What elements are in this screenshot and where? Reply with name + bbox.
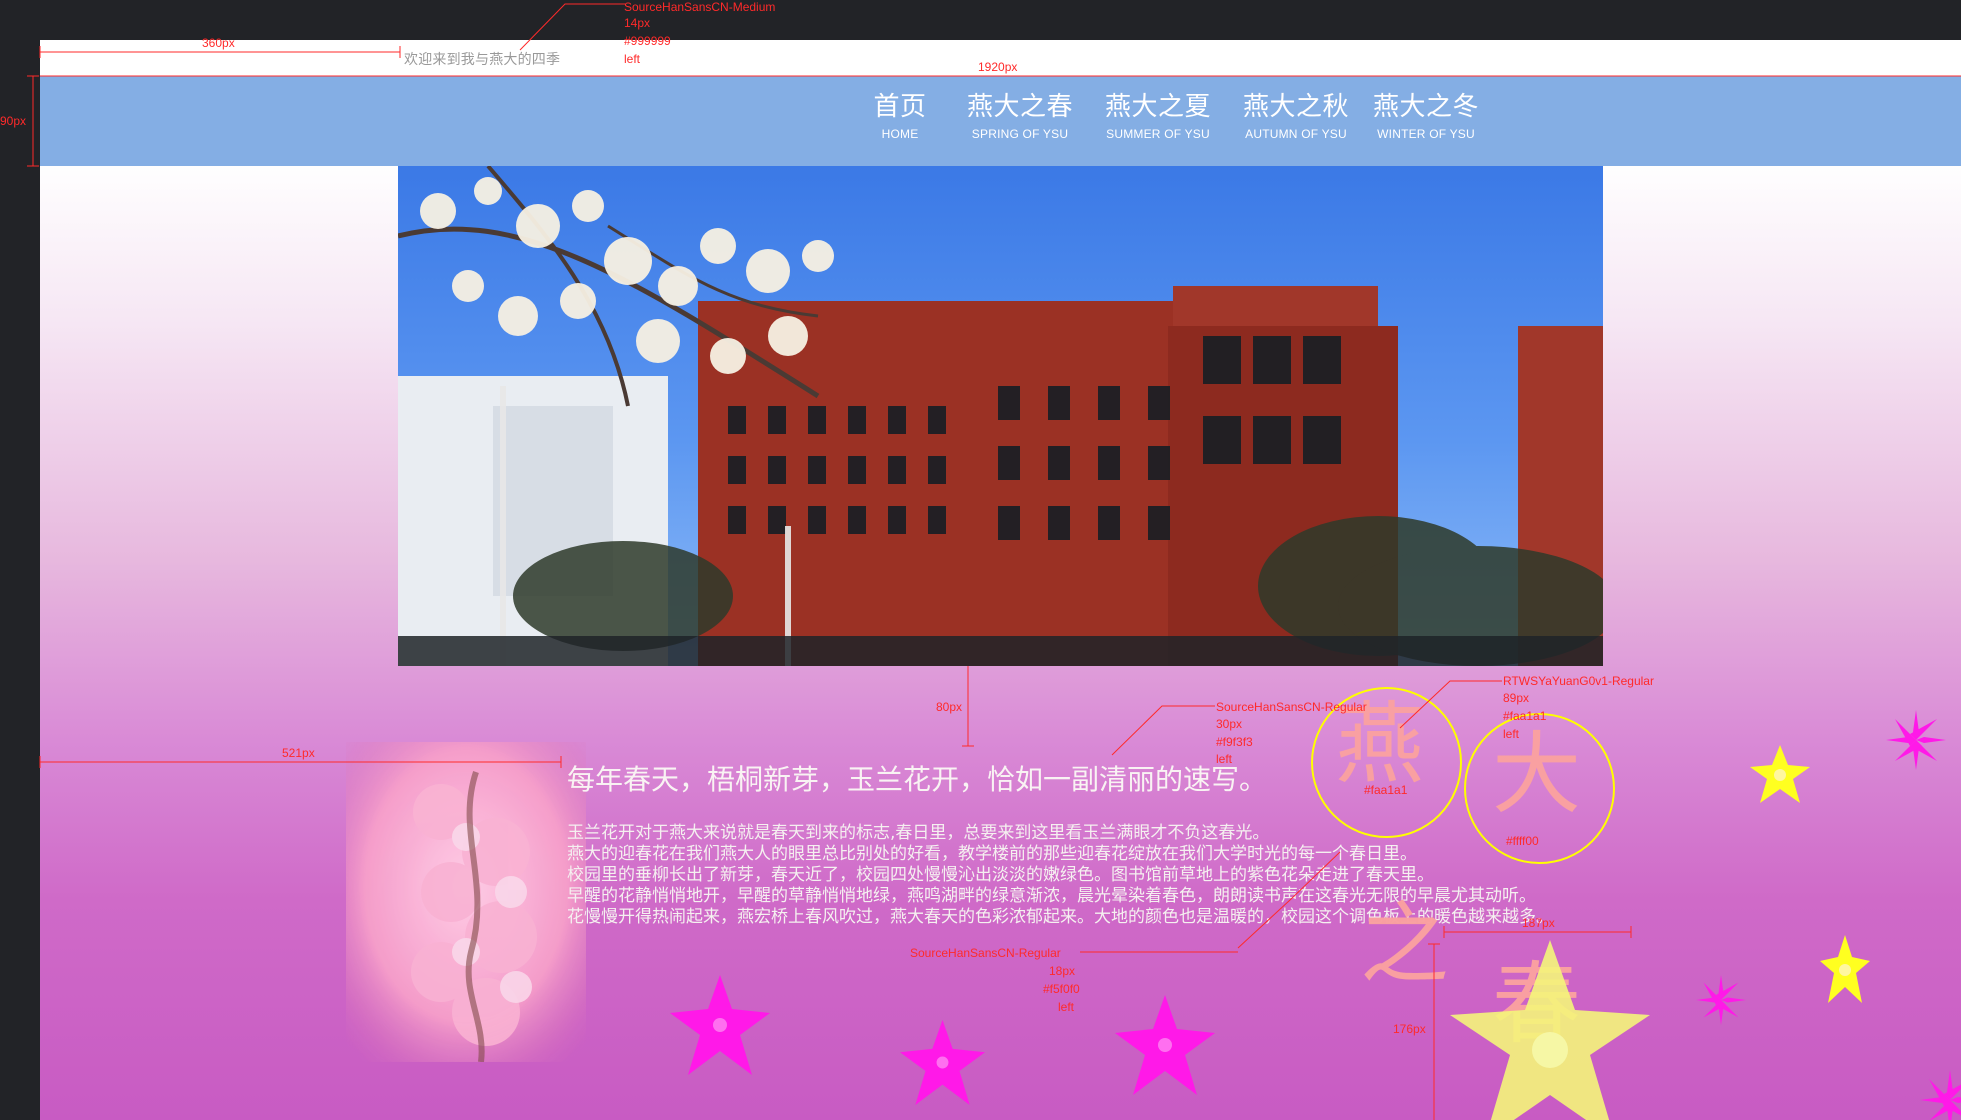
nav-item-spring-label: 燕大之春 xyxy=(966,92,1073,122)
nav-item-spring-sublabel: SPRING OF YSU xyxy=(971,127,1069,141)
nav-item-autumn-label: 燕大之秋 xyxy=(1242,92,1349,122)
paragraph-line-4: 早醒的花静悄悄地开，早醒的草静悄悄地绿，燕鸣湖畔的绿意渐浓，晨光晕染着春色，朗朗… xyxy=(567,886,1536,906)
paragraph-line-3: 校园里的垂柳长出了新芽，春天近了，校园四处慢慢沁出淡淡的嫩绿色。图书馆前草地上的… xyxy=(567,865,1434,885)
magenta-flower-3 xyxy=(1115,995,1215,1095)
yellow-flower-small-2-icon xyxy=(1820,935,1870,1003)
magenta-flower-1 xyxy=(670,975,770,1075)
magenta-spark-3-icon xyxy=(1920,1070,1961,1120)
title-char-da: 大 xyxy=(1492,722,1581,826)
nav-item-winter[interactable]: 燕大之冬 WINTER OF YSU xyxy=(1366,92,1486,152)
annot-top-font-size: 14px xyxy=(624,16,651,30)
magenta-flower-2-icon xyxy=(900,1020,985,1105)
paragraph-line-1: 玉兰花开对于燕大来说就是春天到来的标志,春日里，总要来到这里看玉兰满眼才不负这春… xyxy=(567,823,1270,843)
nav-item-home-label: 首页 xyxy=(873,92,927,122)
nav-item-winter-label: 燕大之冬 xyxy=(1372,92,1479,122)
nav-item-summer-sublabel: SUMMER OF YSU xyxy=(1106,127,1210,141)
nav-item-winter-sublabel: WINTER OF YSU xyxy=(1377,127,1475,141)
nav-item-autumn-sublabel: AUTUMN OF YSU xyxy=(1245,127,1347,141)
yellow-flower-small-2 xyxy=(1820,935,1870,1005)
paragraph-line-5: 花慢慢开得热闹起来，燕宏桥上春风吹过，燕大春天的色彩浓郁起来。大地的颜色也是温暖… xyxy=(567,907,1553,927)
spring-paragraph: 玉兰花开对于燕大来说就是春天到来的标志,春日里，总要来到这里看玉兰满眼才不负这春… xyxy=(567,823,1607,928)
spring-headline: 每年春天，梧桐新芽，玉兰花开，恰如一副清丽的速写。 xyxy=(567,763,1268,796)
magenta-spark-1 xyxy=(1886,710,1946,770)
top-navigation-bar: 首页 HOME 燕大之春 SPRING OF YSU 燕大之夏 SUMMER O… xyxy=(40,76,1961,166)
nav-item-home[interactable]: 首页 HOME xyxy=(860,92,940,152)
hero-banner-image xyxy=(398,166,1603,666)
nav-item-spring[interactable]: 燕大之春 SPRING OF YSU xyxy=(960,92,1080,152)
building-top xyxy=(1173,286,1378,331)
page-canvas: 欢迎来到我与燕大的四季 首页 HOME 燕大之春 SPRING OF YSU 燕… xyxy=(40,40,1961,1120)
magenta-spark-3 xyxy=(1920,1070,1961,1120)
magenta-spark-2 xyxy=(1696,975,1746,1025)
magenta-spark-2-icon xyxy=(1696,975,1746,1025)
annot-top-font-name: SourceHanSansCN-Medium xyxy=(624,0,776,14)
yellow-flower-small-1-icon xyxy=(1750,745,1810,803)
nav-item-autumn[interactable]: 燕大之秋 AUTUMN OF YSU xyxy=(1236,92,1356,152)
nav-item-summer[interactable]: 燕大之夏 SUMMER OF YSU xyxy=(1098,92,1218,152)
yellow-big-flower xyxy=(1450,940,1650,1120)
annot-90: 90px xyxy=(0,114,27,128)
ground xyxy=(398,636,1603,666)
peach-blossom-illustration xyxy=(346,742,586,1063)
title-char-zhi: 之 xyxy=(1360,892,1449,996)
yellow-flower-icon xyxy=(1450,940,1650,1120)
paragraph-line-2: 燕大的迎春花在我们燕大人的眼里总比别处的好看，教学楼前的那些迎春花绽放在我们大学… xyxy=(567,844,1417,864)
nav-item-summer-label: 燕大之夏 xyxy=(1104,92,1211,122)
nav-item-home-sublabel: HOME xyxy=(881,127,919,141)
magenta-flower-1-icon xyxy=(670,975,770,1075)
campus-building-illustration xyxy=(398,166,1603,666)
top-welcome-strip: 欢迎来到我与燕大的四季 xyxy=(40,40,1961,76)
magenta-spark-1-icon xyxy=(1886,710,1946,770)
peach-blossom-image xyxy=(346,742,586,1063)
magenta-flower-2 xyxy=(900,1020,985,1105)
yellow-flower-small-1 xyxy=(1750,745,1810,805)
title-char-yan: 燕 xyxy=(1335,692,1424,796)
welcome-text: 欢迎来到我与燕大的四季 xyxy=(404,52,561,68)
magenta-flower-3-icon xyxy=(1115,995,1215,1095)
